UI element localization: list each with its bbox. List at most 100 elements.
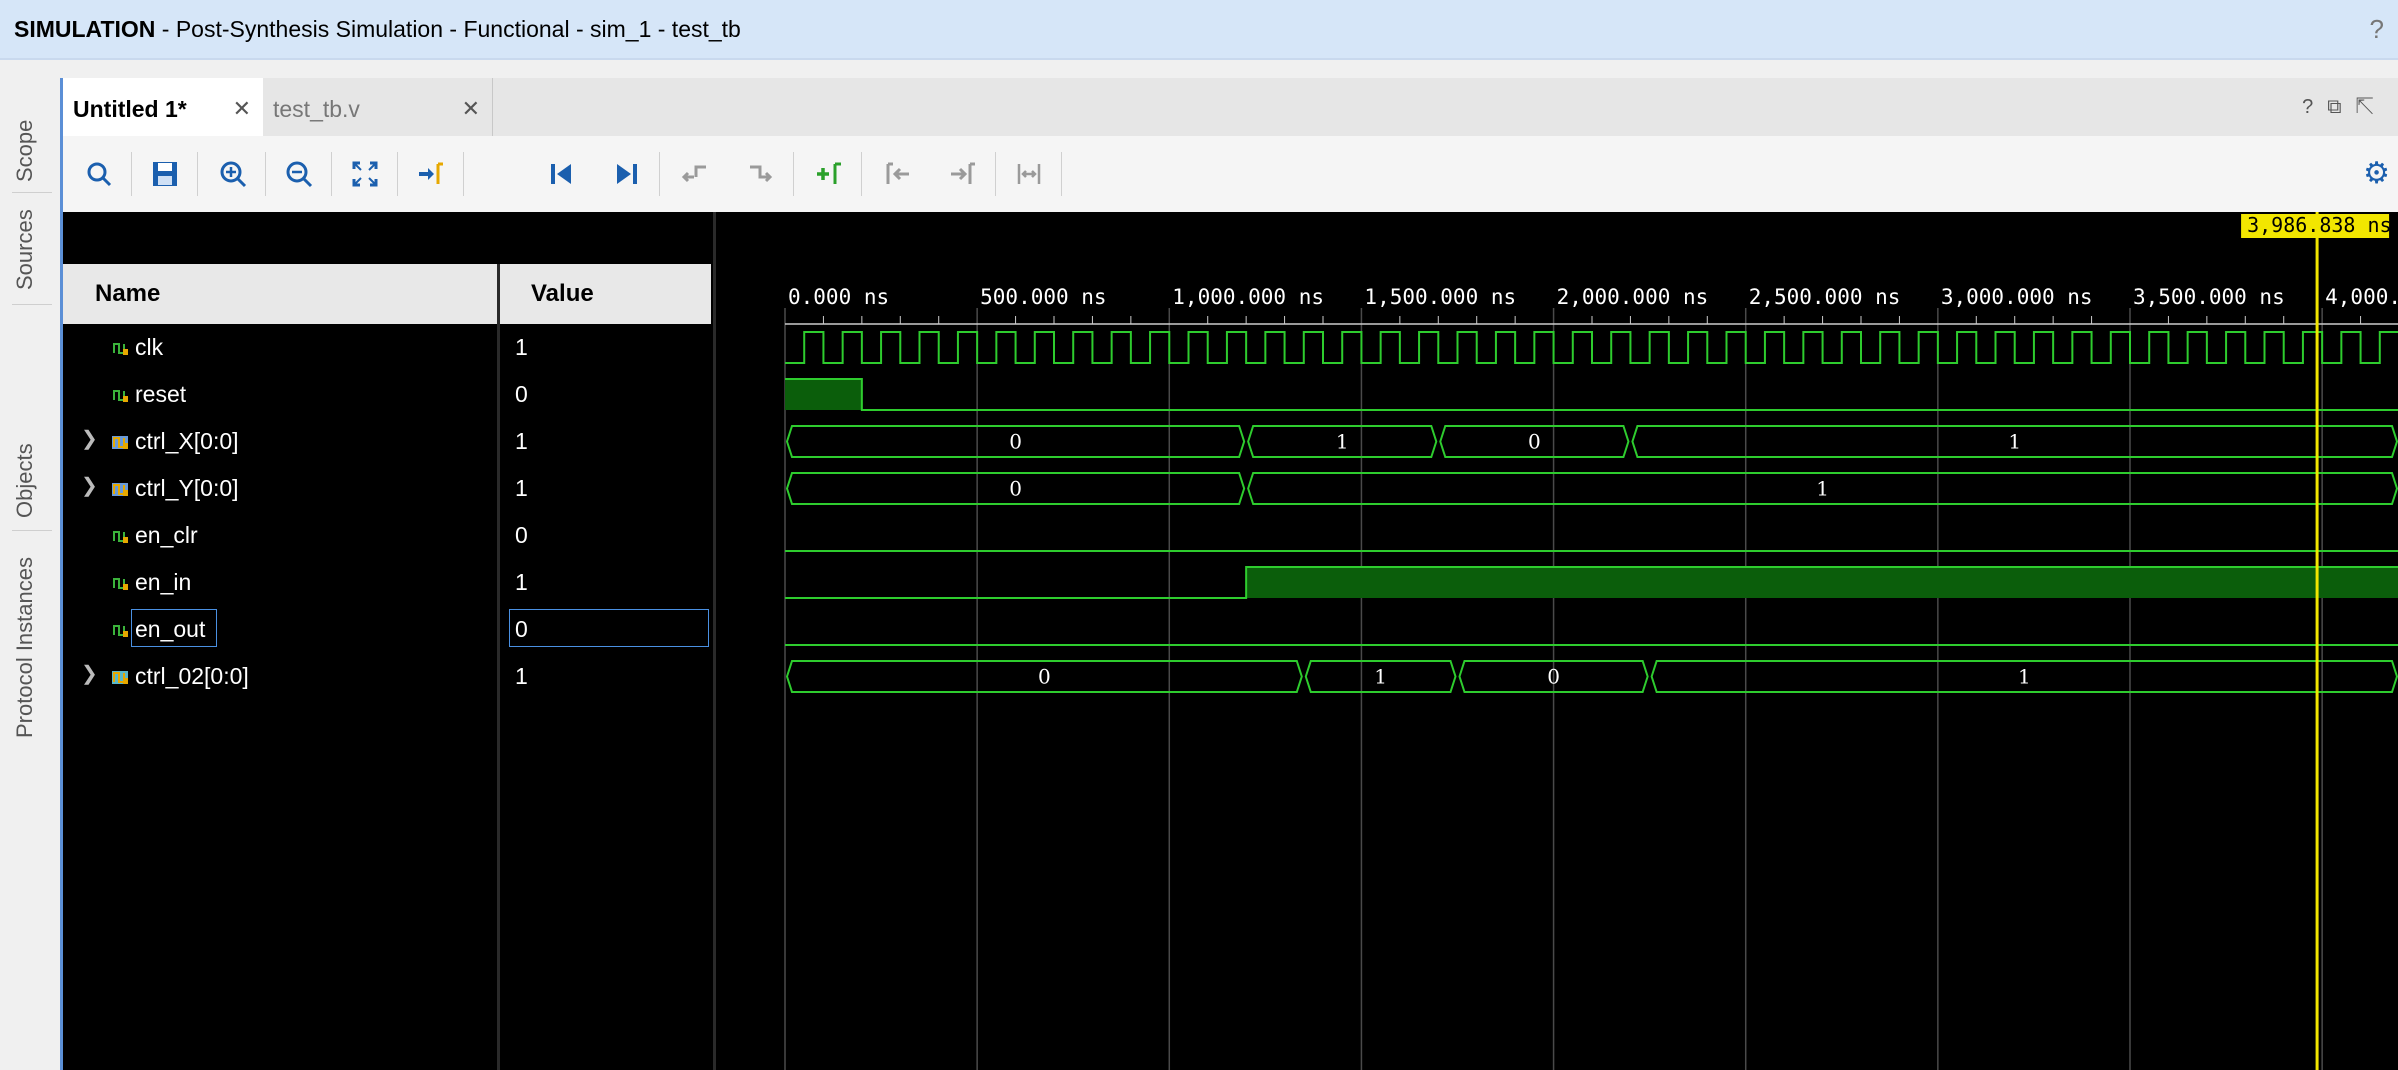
signal-name: en_clr [135, 522, 198, 548]
close-icon[interactable]: ✕ [462, 96, 480, 122]
logic-icon [111, 571, 129, 598]
signal-row[interactable]: en_clr 0 [63, 512, 711, 558]
search-icon[interactable] [79, 154, 119, 194]
waveform-toolbar: ⚙ [63, 136, 2398, 213]
tab-test-tb-v[interactable]: test_tb.v ✕ [263, 78, 493, 136]
pane-divider[interactable] [713, 212, 716, 1070]
logic-icon [111, 383, 129, 410]
previous-transition-icon[interactable] [675, 154, 715, 194]
restore-icon[interactable]: ⧉ [2327, 96, 2355, 118]
float-icon[interactable]: ⇱ [2355, 96, 2388, 118]
bus-value-label: 1 [1336, 430, 1349, 454]
next-marker-icon[interactable] [943, 154, 983, 194]
cursor-time-label: 3,986.838 ns [2247, 213, 2392, 237]
signal-row[interactable]: reset 0 [63, 371, 711, 417]
expand-chevron-icon[interactable]: ❯ [81, 661, 98, 686]
logic-icon [111, 618, 129, 645]
bus-value-label: 0 [1038, 665, 1051, 689]
toolbar-separator [861, 152, 862, 196]
toolbar-separator [463, 152, 464, 196]
signal-value: 1 [515, 334, 528, 360]
high-level-fill [785, 379, 862, 410]
toolbar-separator [1061, 152, 1062, 196]
bus-icon [111, 430, 129, 457]
expand-chevron-icon[interactable]: ❯ [81, 473, 98, 498]
name-column-header[interactable]: Name [63, 264, 497, 324]
close-icon[interactable]: ✕ [233, 96, 251, 122]
save-icon[interactable] [145, 154, 185, 194]
logic-icon [111, 336, 129, 363]
signal-row[interactable]: ❯ ctrl_02[0:0] 1 [63, 653, 711, 699]
high-level-fill [1246, 567, 2398, 598]
bus-value-label: 0 [1528, 430, 1541, 454]
toolbar-separator [793, 152, 794, 196]
bus-alt-icon [111, 665, 129, 692]
timeline-tick-label: 2,000.000 ns [1557, 285, 1709, 309]
signal-name: ctrl_X[0:0] [135, 428, 239, 454]
signal-value: 1 [515, 475, 528, 501]
toolbar-separator [331, 152, 332, 196]
waveform-canvas[interactable]: 0.000 ns 500.000 ns 1,000.000 ns 1,500.000 … [719, 212, 2398, 1070]
bit-waveform [785, 378, 2398, 411]
waveform-viewer: Name Value clk 1 reset 0 ❯ ctrl_X[0:0] 1 ❯ ctrl_… [63, 212, 2398, 1070]
timeline-tick-label: 3,000.000 ns [1941, 285, 2093, 309]
zoom-out-icon[interactable] [279, 154, 319, 194]
window-title: SIMULATION - Post-Synthesis Simulation -… [14, 16, 741, 42]
signal-name: ctrl_02[0:0] [135, 663, 249, 689]
previous-marker-icon[interactable] [877, 154, 917, 194]
toolbar-separator [995, 152, 996, 196]
side-tab-strip: Scope Sources Objects Protocol Instances [0, 78, 56, 1070]
editor-tab-bar: Untitled 1* ✕ test_tb.v ✕ ?⧉⇱ [63, 78, 2398, 137]
selection-outline [509, 609, 709, 647]
timeline-tick-label: 1,500.000 ns [1364, 285, 1516, 309]
gear-icon[interactable]: ⚙ [2363, 156, 2390, 191]
signal-value: 0 [515, 522, 528, 548]
logic-icon [111, 524, 129, 551]
signal-value: 1 [515, 663, 528, 689]
bus-value-label: 1 [2008, 430, 2021, 454]
signal-row[interactable]: ❯ ctrl_Y[0:0] 1 [63, 465, 711, 511]
signal-value: 1 [515, 428, 528, 454]
timeline-tick-label: 0.000 ns [788, 285, 889, 309]
side-tab-divider [12, 192, 52, 193]
timeline-tick-label: 4,000.0 [2325, 285, 2398, 309]
toolbar-separator [659, 152, 660, 196]
go-to-cursor-icon[interactable] [411, 154, 451, 194]
signal-value: 0 [515, 381, 528, 407]
go-to-time-0-icon[interactable] [541, 154, 581, 194]
expand-chevron-icon[interactable]: ❯ [81, 426, 98, 451]
zoom-fit-icon[interactable] [345, 154, 385, 194]
side-tab-objects[interactable]: Objects [12, 443, 38, 518]
side-tab-scope[interactable]: Scope [12, 120, 38, 182]
signal-row[interactable]: ❯ ctrl_X[0:0] 1 [63, 418, 711, 464]
signal-row[interactable]: en_out 0 [63, 606, 711, 652]
bus-value-label: 0 [1009, 477, 1022, 501]
bus-value-label: 1 [2018, 665, 2031, 689]
help-icon[interactable]: ? [2302, 96, 2327, 118]
go-to-last-time-icon[interactable] [607, 154, 647, 194]
selection-outline [131, 609, 217, 647]
bus-value-label: 1 [1816, 477, 1829, 501]
timeline-tick-label: 1,000.000 ns [1172, 285, 1324, 309]
swap-cursors-icon[interactable] [1009, 154, 1049, 194]
bus-value-label: 0 [1547, 665, 1560, 689]
signal-row[interactable]: en_in 1 [63, 559, 711, 605]
waveform-window: Untitled 1* ✕ test_tb.v ✕ ?⧉⇱ ⚙ Name Val… [60, 78, 2398, 1070]
side-tab-sources[interactable]: Sources [12, 209, 38, 290]
signal-name: clk [135, 334, 164, 360]
tab-label: Untitled 1* [73, 96, 187, 122]
next-transition-icon[interactable] [741, 154, 781, 194]
value-column-header[interactable]: Value [499, 264, 711, 324]
help-icon[interactable]: ? [2370, 14, 2384, 45]
zoom-in-icon[interactable] [213, 154, 253, 194]
side-tab-divider [12, 530, 52, 531]
clk-waveform [785, 331, 2398, 364]
toolbar-separator [265, 152, 266, 196]
side-tab-divider [12, 304, 52, 305]
add-marker-icon[interactable] [809, 154, 849, 194]
signal-row[interactable]: clk 1 [63, 324, 711, 370]
signal-value: 1 [515, 569, 528, 595]
tab-untitled-1[interactable]: Untitled 1* ✕ [63, 78, 263, 136]
side-tab-protocol-instances[interactable]: Protocol Instances [12, 557, 38, 738]
signal-name: reset [135, 381, 187, 407]
